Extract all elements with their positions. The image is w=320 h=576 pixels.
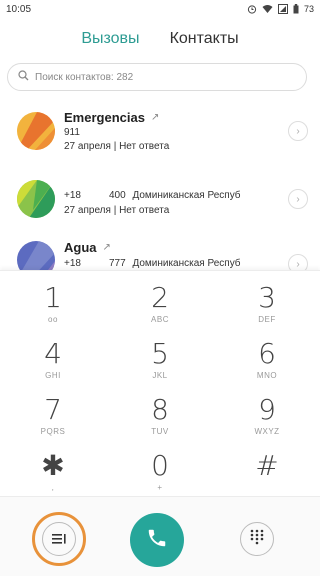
- call-log-item[interactable]: Emergencias ↗ 911 27 апреля | Нет ответа…: [0, 100, 320, 162]
- key-letters: GHI: [45, 371, 61, 380]
- signal-icon: [277, 4, 288, 14]
- key-letters: +: [157, 483, 163, 492]
- call-number-suffix: 400: [108, 190, 126, 201]
- key-letters: PQRS: [40, 427, 66, 436]
- search-icon: [18, 68, 29, 86]
- avatar: [17, 180, 55, 218]
- search-placeholder: Поиск контактов: 282: [35, 71, 134, 83]
- dialpad-key-4[interactable]: 4 GHI: [0, 337, 106, 392]
- call-meta: 27 апреля | Нет ответа: [64, 141, 170, 152]
- call-location: Доминиканская Респуб: [132, 258, 241, 269]
- avatar: [17, 112, 55, 150]
- key-letters: MNO: [256, 371, 278, 380]
- details-chevron-icon[interactable]: ›: [288, 189, 308, 209]
- key-digit: 1: [44, 281, 62, 314]
- outgoing-call-icon: ↗: [102, 242, 111, 253]
- key-digit: #: [255, 449, 279, 482]
- key-digit: 6: [258, 337, 276, 370]
- key-digit: 2: [151, 281, 169, 314]
- call-meta: 27 апреля | Нет ответа: [64, 205, 170, 216]
- dialpad: 1 ᴏᴏ 2 ABC 3 DEF 4 GHI 5 JKL 6 MNO 7 PQR…: [0, 270, 320, 496]
- dialpad-key-6[interactable]: 6 MNO: [214, 337, 320, 392]
- call-number-suffix: 777: [108, 258, 126, 269]
- menu-button[interactable]: [32, 512, 86, 566]
- key-digit: 9: [258, 393, 276, 426]
- voicemail-icon: ᴏᴏ: [48, 315, 58, 324]
- clock-alarm-icon: [247, 4, 257, 14]
- menu-icon: [42, 522, 76, 556]
- dialpad-key-9[interactable]: 9 WXYZ: [214, 393, 320, 448]
- call-log-list: Emergencias ↗ 911 27 апреля | Нет ответа…: [0, 100, 320, 276]
- key-digit: 3: [258, 281, 276, 314]
- dialpad-grid-icon: [250, 529, 264, 550]
- tab-bar: Вызовы Контакты: [0, 26, 320, 52]
- call-name-line: Emergencias ↗: [64, 110, 159, 125]
- dialpad-key-5[interactable]: 5 JKL: [107, 337, 213, 392]
- dialpad-key-3[interactable]: 3 DEF: [214, 281, 320, 336]
- call-name: Agua: [64, 240, 97, 255]
- search-input[interactable]: Поиск контактов: 282: [7, 63, 307, 91]
- redacted-digits: [81, 191, 109, 199]
- key-digit: 8: [151, 393, 169, 426]
- key-letters: TUV: [151, 427, 169, 436]
- key-letters: ABC: [151, 315, 169, 324]
- call-number: +18 400 Доминиканская Респуб: [64, 190, 241, 201]
- call-name-line: Agua ↗: [64, 240, 111, 255]
- key-letters: ,: [51, 483, 55, 492]
- key-digit: 5: [151, 337, 169, 370]
- call-button[interactable]: [130, 513, 184, 567]
- key-letters: JKL: [152, 371, 168, 380]
- call-number: +18 777 Доминиканская Респуб: [64, 258, 241, 269]
- call-log-item[interactable]: +18 400 Доминиканская Респуб 27 апреля | …: [0, 170, 320, 232]
- dialpad-key-8[interactable]: 8 TUV: [107, 393, 213, 448]
- battery-icon: [293, 4, 299, 14]
- details-chevron-icon[interactable]: ›: [288, 121, 308, 141]
- call-name: Emergencias: [64, 110, 145, 125]
- phone-icon: [146, 527, 168, 554]
- call-number-prefix: +18: [64, 258, 81, 269]
- outgoing-call-icon: ↗: [150, 112, 160, 123]
- call-number: 911: [64, 127, 80, 138]
- dialpad-toggle-button[interactable]: [240, 522, 274, 556]
- dialpad-key-7[interactable]: 7 PQRS: [0, 393, 106, 448]
- redacted-digits: [81, 259, 109, 267]
- call-location: Доминиканская Респуб: [132, 190, 241, 201]
- clock: 10:05: [6, 3, 32, 15]
- key-digit: 4: [44, 337, 62, 370]
- bottom-action-bar: [0, 496, 320, 576]
- call-number-prefix: +18: [64, 190, 81, 201]
- tab-calls[interactable]: Вызовы: [81, 26, 139, 52]
- battery-level: 73: [303, 4, 314, 14]
- status-icons: 73: [247, 4, 314, 14]
- dialpad-key-2[interactable]: 2 ABC: [107, 281, 213, 336]
- key-letters: WXYZ: [254, 427, 280, 436]
- key-digit: 0: [151, 449, 169, 482]
- key-digit: ✱: [41, 449, 65, 482]
- status-bar: 10:05 73: [0, 0, 320, 18]
- key-digit: 7: [44, 393, 62, 426]
- key-letters: DEF: [258, 315, 276, 324]
- dialpad-key-1[interactable]: 1 ᴏᴏ: [0, 281, 106, 336]
- wifi-icon: [262, 4, 273, 14]
- tab-contacts[interactable]: Контакты: [170, 26, 239, 52]
